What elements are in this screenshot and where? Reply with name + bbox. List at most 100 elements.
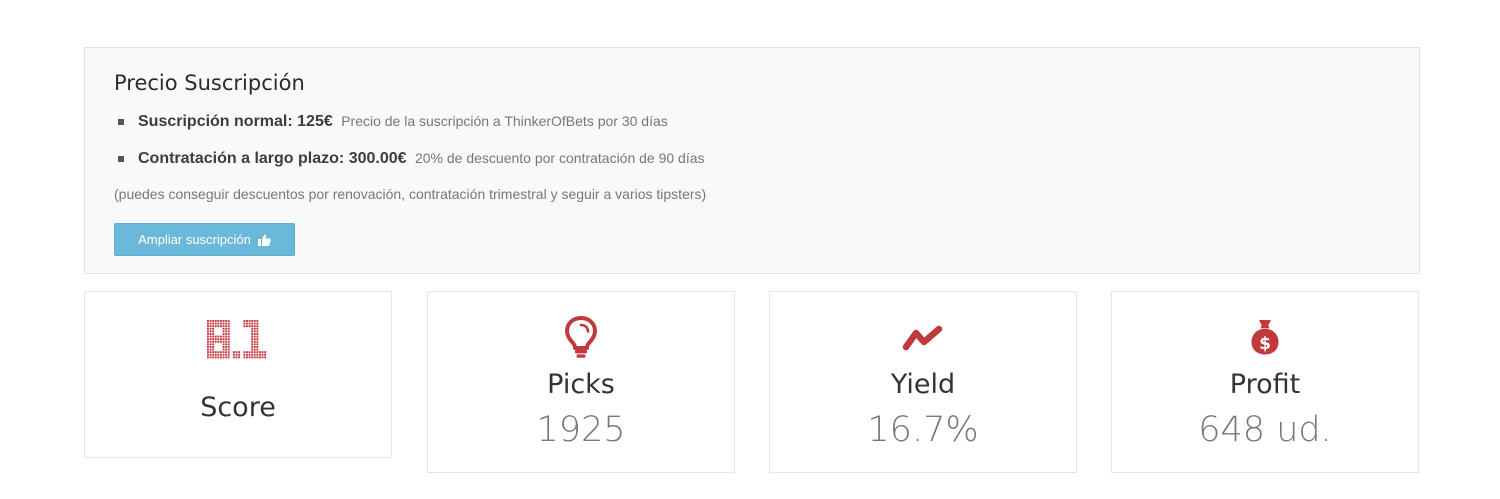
score-dot [253, 327, 256, 330]
stat-label: Picks [547, 369, 615, 400]
score-dot [211, 351, 214, 354]
subscription-option-label: Suscripción normal: 125€ [138, 113, 333, 130]
subscription-price-panel: Precio Suscripción Suscripción normal: 1… [84, 47, 1420, 274]
score-dot [250, 338, 253, 341]
score-dot [206, 340, 209, 343]
score-dot [250, 353, 253, 356]
score-dot [209, 340, 212, 343]
score-dot [217, 353, 220, 356]
score-dot [256, 330, 259, 333]
score-dot [232, 351, 235, 354]
score-dot [243, 356, 246, 359]
score-dot [245, 322, 248, 325]
score-dot [222, 353, 225, 356]
score-dot [211, 333, 214, 335]
score-dot [211, 330, 214, 333]
stat-value: 1925 [536, 410, 626, 450]
score-dot [224, 330, 227, 333]
score-dot [243, 320, 246, 322]
score-dot [253, 345, 256, 348]
score-dot [253, 322, 256, 325]
score-dot [253, 320, 256, 322]
score-dot [211, 322, 214, 325]
score-dot [256, 327, 259, 330]
stat-label: Yield [890, 369, 956, 400]
score-dot [224, 345, 227, 348]
score-dot [263, 356, 266, 359]
score-dot [227, 353, 230, 356]
score-dot [235, 356, 238, 359]
score-dot [206, 320, 209, 322]
score-dot [214, 353, 217, 356]
score-dot [224, 322, 227, 325]
subscription-option-normal: Suscripción normal: 125€ Precio de la su… [118, 110, 705, 147]
score-dot [211, 325, 214, 328]
score-dot [206, 351, 209, 354]
score-dot [219, 353, 222, 356]
score-dot [253, 335, 256, 338]
score-dot [219, 325, 222, 328]
score-dot [245, 351, 248, 354]
score-dot [206, 338, 209, 341]
score-dot [256, 348, 259, 351]
score-dot [219, 356, 222, 359]
score-dot [211, 345, 214, 348]
score-dot [250, 327, 253, 330]
score-dot [256, 335, 259, 338]
score-dot [209, 338, 212, 341]
score-dot [250, 322, 253, 325]
score-dot [248, 325, 251, 328]
svg-text:$: $ [1259, 334, 1271, 354]
extend-subscription-button[interactable]: Ampliar suscripción [114, 223, 295, 256]
score-dot [214, 322, 217, 325]
score-dot [217, 351, 220, 354]
score-dot [209, 345, 212, 348]
score-dot [206, 322, 209, 325]
score-dot [219, 351, 222, 354]
stat-value: 648 ud. [1198, 410, 1332, 450]
score-dot [217, 322, 220, 325]
score-dot [224, 320, 227, 322]
score-dot [256, 343, 259, 346]
subscription-option-description: 20% de descuento por contratación de 90 … [414, 150, 705, 166]
score-dot [214, 325, 217, 328]
score-dot [217, 338, 220, 341]
score-dot [222, 335, 225, 338]
score-dot [253, 343, 256, 346]
score-dot [253, 340, 256, 343]
stat-card-picks: Picks 1925 [427, 291, 735, 473]
score-dot [227, 335, 230, 338]
extend-subscription-label: Ampliar suscripción [138, 232, 251, 247]
score-dot [209, 327, 212, 330]
score-dot [224, 343, 227, 346]
score-dot [211, 356, 214, 359]
score-dot [209, 343, 212, 346]
score-dot [263, 351, 266, 354]
score-dot [209, 348, 212, 351]
score-dot [263, 353, 266, 356]
score-dot [206, 345, 209, 348]
score-dot [224, 327, 227, 330]
score-dot [211, 338, 214, 341]
score-dot [253, 330, 256, 333]
score-dot [227, 351, 230, 354]
score-dot [248, 356, 251, 359]
score-dot [224, 325, 227, 328]
subscription-title: Precio Suscripción [114, 71, 305, 95]
bullet-icon [118, 156, 124, 162]
score-dot [245, 325, 248, 328]
score-dot [245, 320, 248, 322]
score-dot [250, 320, 253, 322]
lightbulb-icon [428, 315, 734, 359]
score-dot [250, 330, 253, 333]
score-dot [232, 356, 235, 359]
score-dot [217, 335, 220, 338]
score-dot [224, 338, 227, 341]
score-dot [227, 320, 230, 322]
score-dot [227, 340, 230, 343]
score-dot [253, 338, 256, 341]
score-dot [211, 353, 214, 356]
trend-line-icon [770, 325, 1076, 351]
score-dot [261, 356, 264, 359]
score-dot [243, 322, 246, 325]
